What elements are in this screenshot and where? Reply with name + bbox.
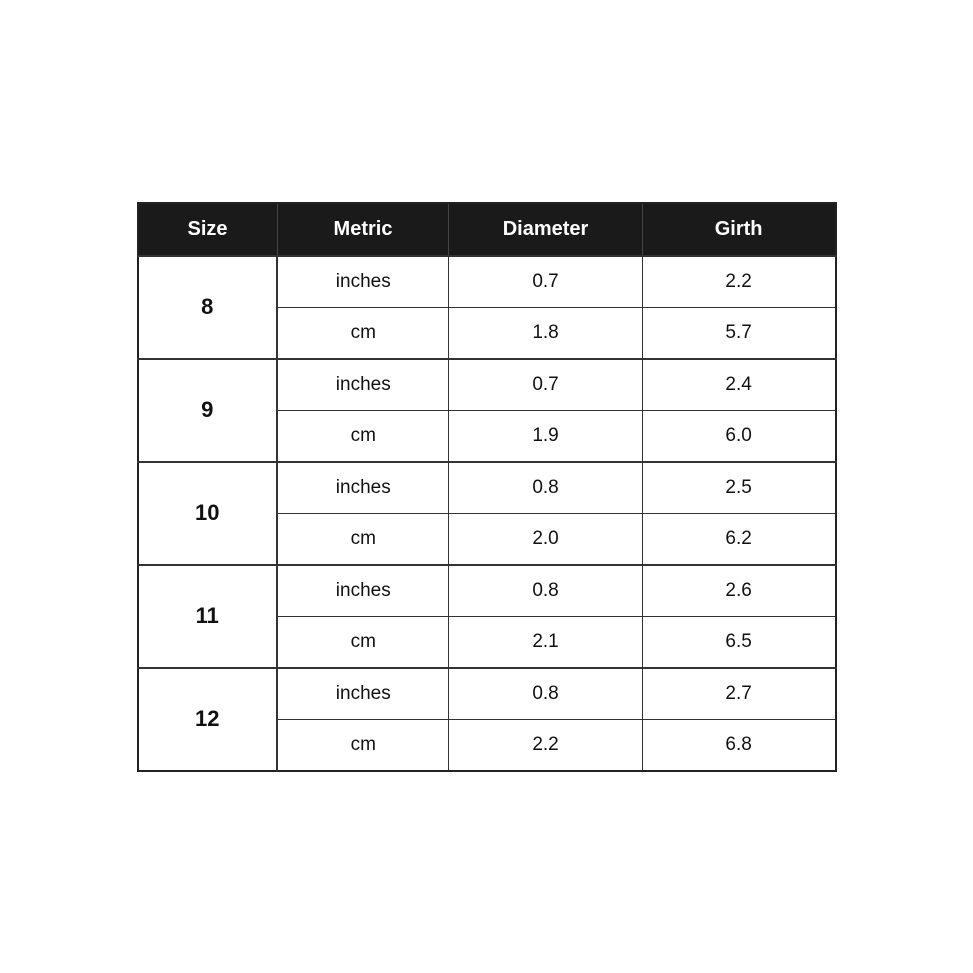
table-row: 11inches0.82.6 [138, 565, 836, 617]
metric-cell: inches [277, 256, 449, 308]
size-cell-11: 11 [138, 565, 278, 668]
table-row: 10inches0.82.5 [138, 462, 836, 514]
size-cell-9: 9 [138, 359, 278, 462]
girth-cell: 6.8 [642, 719, 835, 771]
girth-cell: 2.5 [642, 462, 835, 514]
girth-cell: 6.5 [642, 616, 835, 668]
girth-cell: 6.2 [642, 513, 835, 565]
metric-cell: inches [277, 359, 449, 411]
metric-cell: cm [277, 719, 449, 771]
diameter-cell: 0.8 [449, 668, 642, 720]
diameter-cell: 1.8 [449, 307, 642, 359]
metric-cell: inches [277, 668, 449, 720]
header-metric: Metric [277, 203, 449, 256]
metric-cell: cm [277, 513, 449, 565]
girth-cell: 2.2 [642, 256, 835, 308]
table-row: 9inches0.72.4 [138, 359, 836, 411]
diameter-cell: 1.9 [449, 410, 642, 462]
diameter-cell: 2.0 [449, 513, 642, 565]
diameter-cell: 2.1 [449, 616, 642, 668]
metric-cell: inches [277, 462, 449, 514]
metric-cell: inches [277, 565, 449, 617]
table-row: 8inches0.72.2 [138, 256, 836, 308]
metric-cell: cm [277, 307, 449, 359]
diameter-cell: 0.8 [449, 565, 642, 617]
header-diameter: Diameter [449, 203, 642, 256]
girth-cell: 6.0 [642, 410, 835, 462]
diameter-cell: 0.8 [449, 462, 642, 514]
girth-cell: 2.4 [642, 359, 835, 411]
size-chart-table: Size Metric Diameter Girth 8inches0.72.2… [137, 202, 837, 772]
size-cell-10: 10 [138, 462, 278, 565]
size-cell-12: 12 [138, 668, 278, 771]
header-girth: Girth [642, 203, 835, 256]
metric-cell: cm [277, 616, 449, 668]
girth-cell: 2.6 [642, 565, 835, 617]
size-chart-wrapper: Size Metric Diameter Girth 8inches0.72.2… [137, 202, 837, 772]
diameter-cell: 0.7 [449, 256, 642, 308]
table-row: 12inches0.82.7 [138, 668, 836, 720]
header-size: Size [138, 203, 278, 256]
metric-cell: cm [277, 410, 449, 462]
diameter-cell: 2.2 [449, 719, 642, 771]
girth-cell: 5.7 [642, 307, 835, 359]
table-header-row: Size Metric Diameter Girth [138, 203, 836, 256]
girth-cell: 2.7 [642, 668, 835, 720]
size-cell-8: 8 [138, 256, 278, 359]
diameter-cell: 0.7 [449, 359, 642, 411]
